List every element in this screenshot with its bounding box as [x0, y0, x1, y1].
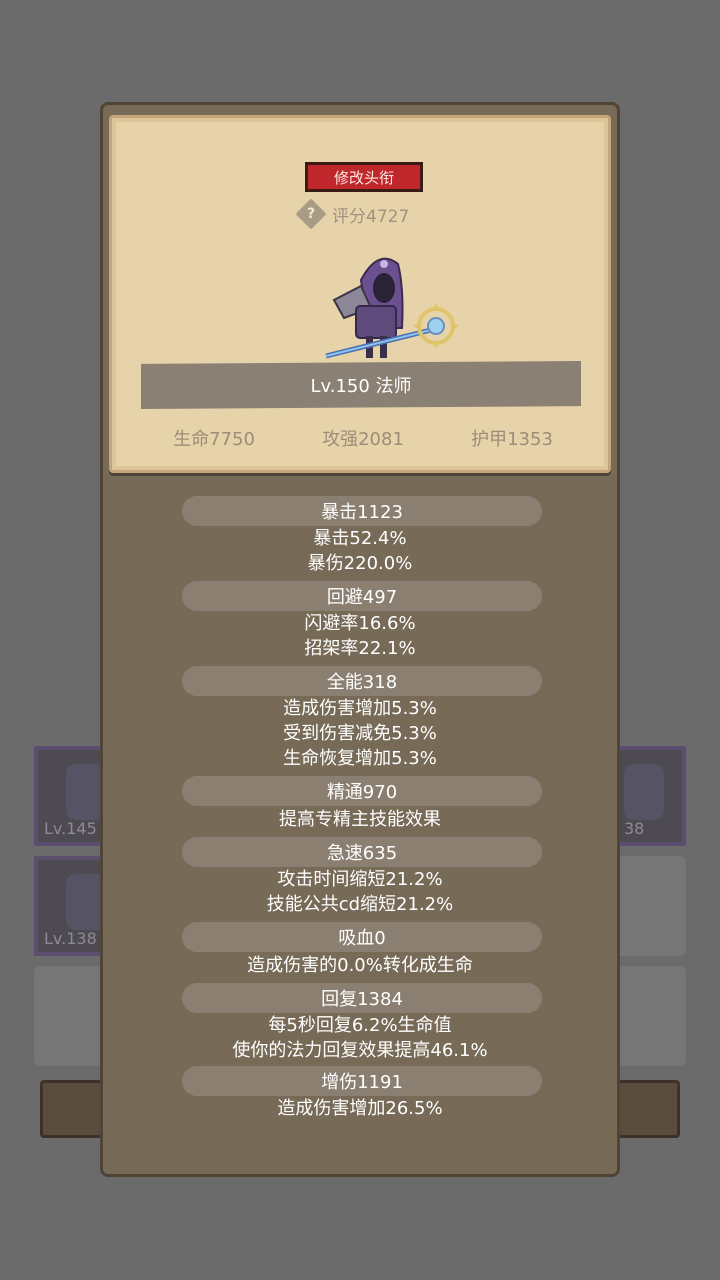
item-art: [624, 764, 664, 820]
stat-detail-line: 招架率22.1%: [304, 638, 416, 659]
character-card: 修改头衔 ? 评分4727 Lv.150 法师 生命7750 攻强2081 护甲…: [109, 115, 611, 473]
background-button: [40, 1080, 106, 1138]
stat-detail-line: 闪避率16.6%: [304, 613, 416, 634]
background-item-slot: Lv.138: [34, 856, 106, 956]
stat-group-header: 精通970: [182, 776, 542, 806]
attack-power-stat: 攻强2081: [322, 429, 404, 450]
health-stat: 生命7750: [173, 429, 255, 450]
stat-detail-line: 受到伤害减免5.3%: [283, 723, 437, 744]
stat-group-header: 回复1384: [182, 983, 542, 1013]
stat-group-header: 全能318: [182, 666, 542, 696]
background-empty-slot: [614, 856, 686, 956]
help-icon[interactable]: ?: [295, 198, 327, 230]
stat-detail-line: 使你的法力回复效果提高46.1%: [232, 1040, 488, 1061]
background-empty-slot: [34, 966, 106, 1066]
stat-detail-line: 技能公共cd缩短21.2%: [266, 894, 454, 915]
background-button: [614, 1080, 680, 1138]
stat-detail-line: 暴击52.4%: [313, 528, 407, 549]
base-stats-row: 生命7750 攻强2081 护甲1353: [140, 425, 586, 451]
background-item-slot: 38: [614, 746, 686, 846]
stat-detail-line: 造成伤害增加26.5%: [277, 1098, 443, 1119]
item-level: Lv.138: [44, 929, 97, 948]
score-row: ? 评分4727: [295, 198, 410, 230]
armor-stat: 护甲1353: [471, 429, 553, 450]
stat-detail-line: 生命恢复增加5.3%: [283, 748, 437, 769]
background-item-slot: Lv.145: [34, 746, 106, 846]
stat-detail-line: 造成伤害的0.0%转化成生命: [247, 955, 473, 976]
level-class-banner: Lv.150 法师: [141, 361, 581, 409]
stat-detail-line: 暴伤220.0%: [307, 553, 413, 574]
stat-detail-line: 攻击时间缩短21.2%: [277, 869, 443, 890]
score-value: 评分4727: [332, 206, 410, 227]
item-level: 38: [624, 819, 645, 838]
stat-group-header: 增伤1191: [182, 1066, 542, 1096]
background-empty-slot: [614, 966, 686, 1066]
stat-detail-line: 每5秒回复6.2%生命值: [268, 1015, 452, 1036]
item-level: Lv.145: [44, 819, 97, 838]
character-stats-popup: 修改头衔 ? 评分4727 Lv.150 法师 生命7750 攻强2081 护甲…: [100, 102, 620, 1177]
rename-title-button[interactable]: 修改头衔: [305, 162, 423, 192]
stat-group-header: 回避497: [182, 581, 542, 611]
stat-detail-line: 造成伤害增加5.3%: [283, 698, 437, 719]
stat-group-header: 吸血0: [182, 922, 542, 952]
mage-character-sprite: [325, 257, 459, 359]
stat-group-header: 急速635: [182, 837, 542, 867]
stat-group-header: 暴击1123: [182, 496, 542, 526]
stat-detail-line: 提高专精主技能效果: [279, 809, 441, 830]
